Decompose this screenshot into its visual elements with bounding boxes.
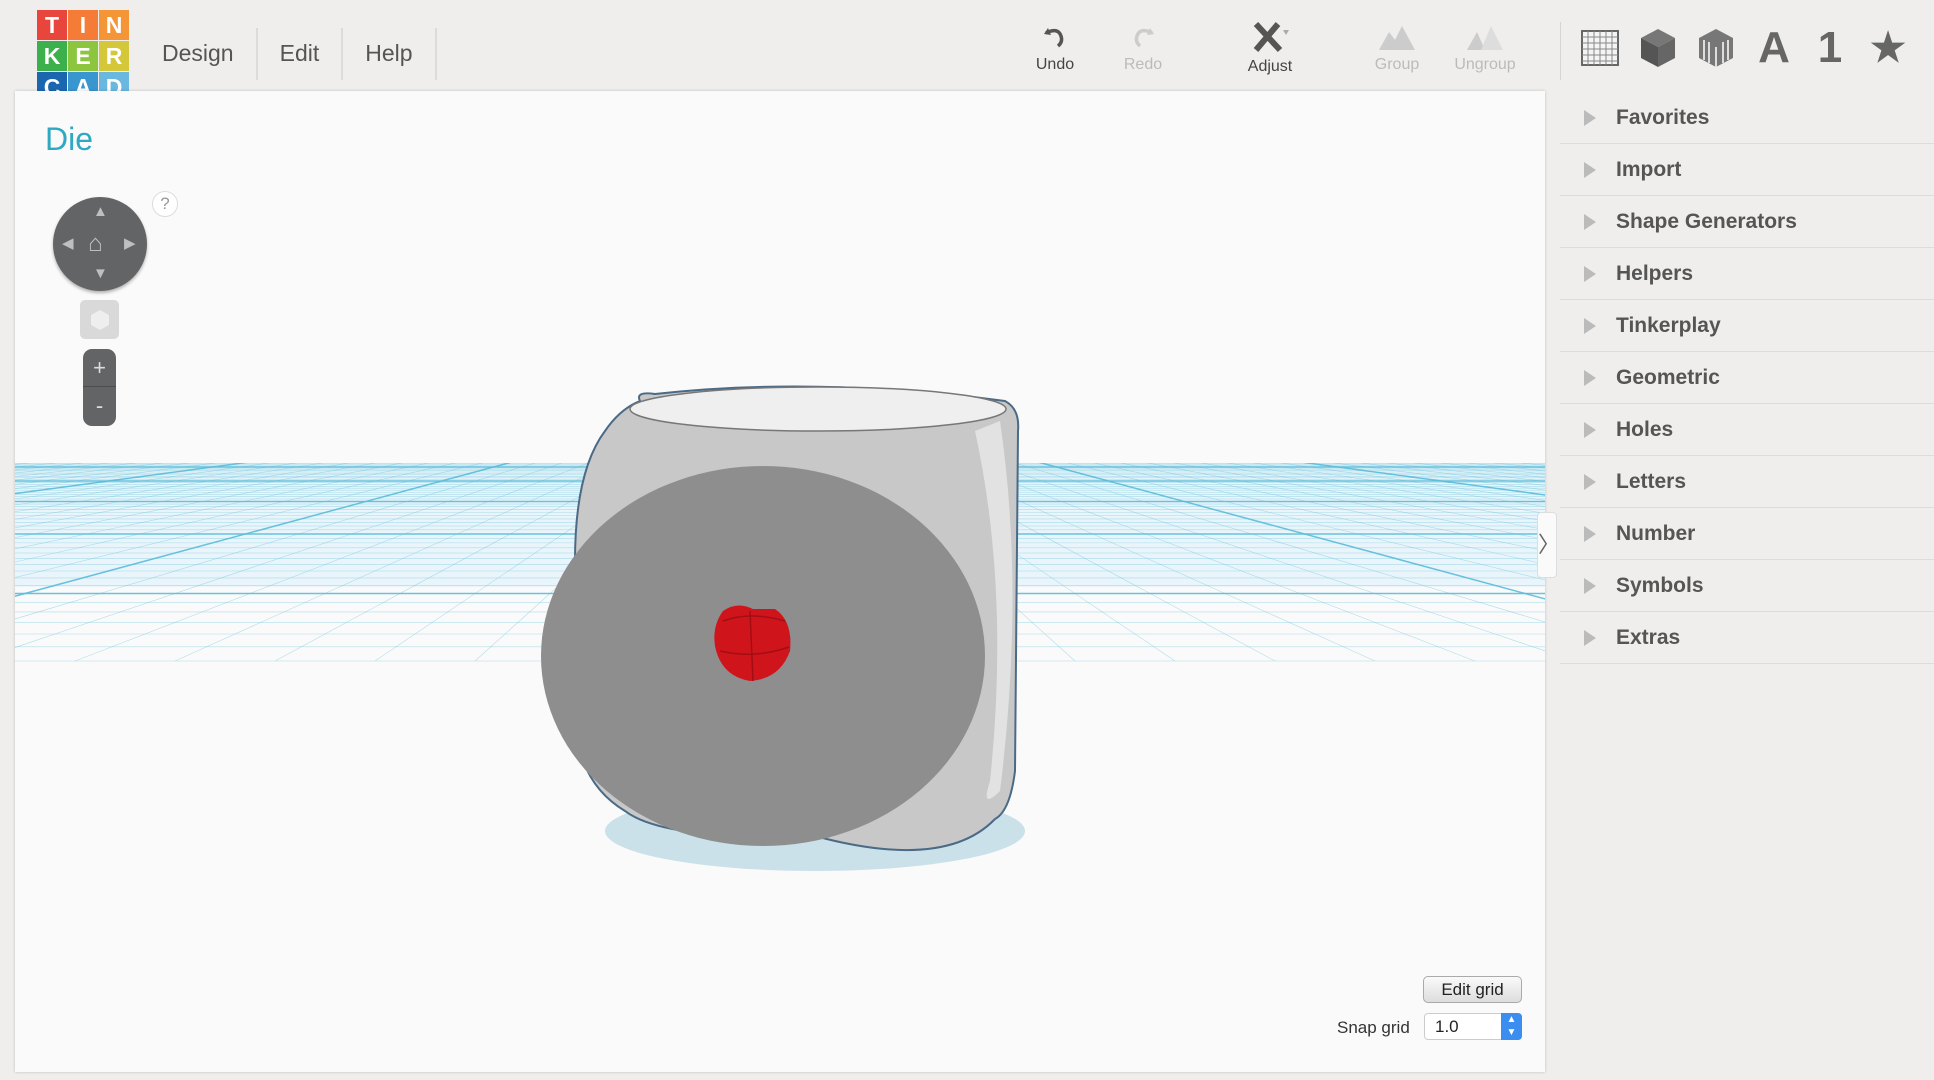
sidebar-item-letters[interactable]: Letters: [1560, 456, 1934, 508]
expand-triangle-icon: [1584, 369, 1596, 386]
snap-grid-label: Snap grid: [1337, 1018, 1410, 1037]
sidebar-item-favorites[interactable]: Favorites: [1560, 92, 1934, 144]
expand-triangle-icon: [1584, 525, 1596, 542]
sidebar-item-label: Import: [1616, 157, 1682, 181]
undo-button[interactable]: Undo: [1015, 22, 1095, 74]
sidebar-item-label: Shape Generators: [1616, 209, 1797, 233]
tinkercad-logo[interactable]: TINKERCAD: [37, 10, 129, 102]
workplane-scene[interactable]: [15, 91, 1545, 1072]
ungroup-icon: [1467, 26, 1503, 50]
edit-grid-button[interactable]: Edit grid: [1423, 976, 1522, 1003]
expand-triangle-icon: [1584, 577, 1596, 594]
fit-view-button[interactable]: [80, 300, 119, 339]
logo-tile: T: [37, 10, 67, 40]
logo-tile: R: [99, 41, 129, 71]
sidebar-item-holes[interactable]: Holes: [1560, 404, 1934, 456]
expand-triangle-icon: [1584, 317, 1596, 334]
undo-icon: [1044, 28, 1064, 48]
expand-triangle-icon: [1584, 161, 1596, 178]
zoom-control: + -: [83, 349, 116, 426]
zoom-in-button[interactable]: +: [83, 349, 116, 387]
stepper-arrows-icon: ▲ ▼: [1501, 1013, 1522, 1040]
ungroup-button[interactable]: Ungroup: [1445, 22, 1525, 74]
sidebar-item-label: Symbols: [1616, 573, 1704, 597]
sidebar-item-symbols[interactable]: Symbols: [1560, 560, 1934, 612]
expand-triangle-icon: [1584, 109, 1596, 126]
group-button[interactable]: Group: [1357, 22, 1437, 74]
snap-grid-value: 1.0: [1435, 1017, 1459, 1036]
undo-label: Undo: [1035, 56, 1075, 73]
sidebar-item-geometric[interactable]: Geometric: [1560, 352, 1934, 404]
expand-triangle-icon: [1584, 265, 1596, 282]
menu-help[interactable]: Help: [343, 28, 437, 80]
cube-icon: [90, 309, 109, 330]
sidebar-item-import[interactable]: Import: [1560, 144, 1934, 196]
number-one-icon[interactable]: 1: [1808, 23, 1852, 72]
main-menu: Design Edit Help: [140, 28, 437, 80]
letter-a-icon[interactable]: A: [1752, 23, 1796, 72]
adjust-button[interactable]: Adjust: [1230, 22, 1310, 76]
shape-library-sidebar: Favorites Import Shape Generators Helpers Ti…: [1560, 92, 1934, 664]
star-icon[interactable]: ★: [1866, 26, 1910, 70]
expand-triangle-icon: [1584, 421, 1596, 438]
sidebar-item-tinkerplay[interactable]: Tinkerplay: [1560, 300, 1934, 352]
orbit-left-arrow-icon[interactable]: ◀: [62, 234, 74, 252]
group-label: Group: [1374, 56, 1420, 73]
workplane-canvas[interactable]: Die ▲ ▼ ◀ ▶ ⌂ ? + -: [15, 91, 1545, 1072]
expand-triangle-icon: [1584, 629, 1596, 646]
orbit-control[interactable]: ▲ ▼ ◀ ▶ ⌂: [53, 197, 147, 291]
design-title[interactable]: Die: [45, 121, 93, 158]
sidebar-item-label: Tinkerplay: [1616, 313, 1721, 337]
sidebar-item-number[interactable]: Number: [1560, 508, 1934, 560]
sidebar-item-label: Holes: [1616, 417, 1674, 441]
ruler-pencil-icon: [1253, 22, 1289, 53]
menu-design[interactable]: Design: [140, 28, 258, 80]
help-icon[interactable]: ?: [152, 191, 178, 217]
grid-icon[interactable]: [1578, 26, 1622, 70]
sidebar-item-helpers[interactable]: Helpers: [1560, 248, 1934, 300]
toolbar-divider: [1560, 22, 1561, 80]
ungroup-label: Ungroup: [1454, 56, 1516, 73]
striped-cube-icon[interactable]: [1694, 26, 1738, 70]
adjust-label: Adjust: [1247, 58, 1293, 75]
redo-icon: [1134, 28, 1154, 48]
sidebar-item-label: Helpers: [1616, 261, 1694, 285]
redo-button[interactable]: Redo: [1103, 22, 1183, 74]
sidebar-item-shape-generators[interactable]: Shape Generators: [1560, 196, 1934, 248]
orbit-down-arrow-icon[interactable]: ▼: [93, 265, 108, 282]
home-icon[interactable]: ⌂: [88, 230, 103, 258]
snap-grid-select[interactable]: 1.0 ▲ ▼: [1424, 1013, 1522, 1040]
logo-tile: K: [37, 41, 67, 71]
expand-triangle-icon: [1584, 213, 1596, 230]
menu-edit[interactable]: Edit: [258, 28, 344, 80]
die-shape[interactable]: [541, 385, 1025, 871]
sidebar-item-label: Geometric: [1616, 365, 1720, 389]
sidebar-item-extras[interactable]: Extras: [1560, 612, 1934, 664]
zoom-out-button[interactable]: -: [83, 387, 116, 425]
logo-tile: I: [68, 10, 98, 40]
orbit-right-arrow-icon[interactable]: ▶: [124, 234, 136, 252]
sidebar-item-label: Extras: [1616, 625, 1681, 649]
group-icon: [1379, 26, 1415, 50]
redo-label: Redo: [1123, 56, 1163, 73]
expand-triangle-icon: [1584, 473, 1596, 490]
logo-tile: N: [99, 10, 129, 40]
sidebar-collapse-toggle[interactable]: 〉: [1537, 512, 1560, 578]
sidebar-item-label: Letters: [1616, 469, 1687, 493]
logo-tile: E: [68, 41, 98, 71]
sidebar-item-label: Favorites: [1616, 105, 1710, 129]
solid-cube-icon[interactable]: [1636, 26, 1680, 70]
sidebar-item-label: Number: [1616, 521, 1696, 545]
orbit-up-arrow-icon[interactable]: ▲: [93, 203, 108, 220]
